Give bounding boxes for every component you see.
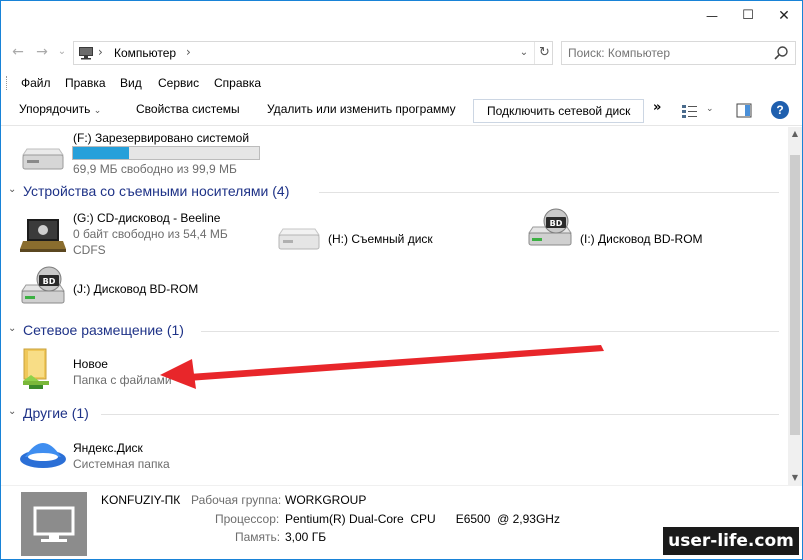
- network-folder-icon: [23, 348, 49, 389]
- bd-badge: BD: [43, 277, 56, 286]
- network-item-name: Новое: [73, 357, 108, 371]
- menu-view[interactable]: Вид: [120, 76, 142, 90]
- organize-button[interactable]: Упорядочить ⌄: [19, 102, 101, 116]
- drive-i-name: (I:) Дисковод BD-ROM: [580, 232, 703, 246]
- recent-locations-button[interactable]: ⌄: [53, 43, 71, 61]
- group-title-removable: Устройства со съемными носителями (4): [23, 183, 290, 199]
- cpu-label: Процессор:: [215, 512, 280, 526]
- drive-g-name: (G:) CD-дисковод - Beeline: [73, 211, 221, 225]
- scroll-thumb[interactable]: [790, 155, 800, 435]
- search-input[interactable]: [568, 45, 768, 61]
- search-box[interactable]: [561, 41, 796, 65]
- menu-bar: Файл Правка Вид Сервис Справка: [1, 73, 802, 93]
- more-commands-button[interactable]: »: [653, 100, 661, 115]
- content-area: (F:) Зарезервировано системой 69,9 МБ св…: [1, 127, 788, 485]
- map-network-drive-button[interactable]: Подключить сетевой диск: [473, 99, 645, 123]
- group-header-removable[interactable]: ⌄ Устройства со съемными носителями (4): [1, 183, 779, 203]
- memory-label: Память:: [235, 530, 281, 544]
- help-button[interactable]: ?: [771, 101, 789, 119]
- computer-icon: [33, 506, 75, 542]
- breadcrumb-separator[interactable]: ›: [186, 45, 191, 59]
- drive-item-h[interactable]: (H:) Съемный диск: [275, 223, 475, 255]
- memory-value: 3,00 ГБ: [285, 530, 327, 544]
- hard-drive-icon: [22, 148, 64, 170]
- minimize-button[interactable]: —: [694, 1, 730, 30]
- drive-g-filesystem: CDFS: [73, 243, 106, 257]
- drive-f-usage-bar: [72, 146, 260, 160]
- scroll-down-button[interactable]: ▼: [788, 471, 802, 485]
- forward-button[interactable]: →: [33, 43, 51, 61]
- cd-drive-laptop-icon: [20, 219, 66, 252]
- maximize-button[interactable]: ☐: [730, 1, 766, 30]
- uninstall-program-button[interactable]: Удалить или изменить программу: [267, 102, 456, 116]
- system-properties-button[interactable]: Свойства системы: [136, 102, 240, 116]
- group-divider: [201, 331, 779, 332]
- drive-j-name: (J:) Дисковод BD-ROM: [73, 282, 199, 296]
- workgroup-value: WORKGROUP: [285, 493, 367, 507]
- organize-label: Упорядочить: [19, 102, 91, 116]
- chevron-down-icon: ⌄: [8, 406, 17, 417]
- yandex-disk-item[interactable]: Яндекс.Диск Системная папка: [19, 433, 219, 473]
- close-button[interactable]: ✕: [766, 1, 802, 30]
- group-title-network: Сетевое размещение (1): [23, 322, 184, 338]
- yandex-disk-type: Системная папка: [73, 457, 170, 471]
- group-header-network[interactable]: ⌄ Сетевое размещение (1): [1, 322, 779, 342]
- breadcrumb-separator[interactable]: ›: [98, 45, 103, 59]
- change-view-icon[interactable]: [681, 101, 699, 121]
- computer-icon: [79, 47, 93, 60]
- chevron-down-icon: ⌄: [8, 323, 17, 334]
- drive-h-name: (H:) Съемный диск: [328, 232, 433, 246]
- menu-grip: [6, 76, 8, 90]
- computer-thumbnail: [21, 492, 87, 556]
- title-bar: — ☐ ✕: [1, 1, 802, 30]
- drive-f-usage-fill: [73, 147, 129, 159]
- drive-f-free-space: 69,9 МБ свободно из 99,9 МБ: [73, 162, 237, 176]
- bd-rom-drive-icon: BD: [528, 208, 572, 246]
- pc-name: KONFUZIY-ПК: [101, 493, 181, 507]
- chevron-down-icon: ⌄: [93, 106, 102, 116]
- refresh-button[interactable]: ↻: [534, 42, 554, 64]
- removable-disk-icon: [278, 228, 320, 250]
- yandex-disk-icon: [20, 443, 66, 468]
- group-divider: [101, 414, 779, 415]
- command-bar: Упорядочить ⌄ Свойства системы Удалить и…: [1, 96, 802, 126]
- cpu-value: Pentium(R) Dual-Core CPU E6500 @ 2,93GHz: [285, 512, 560, 526]
- drive-item-g[interactable]: (G:) CD-дисковод - Beeline 0 байт свобод…: [19, 209, 269, 259]
- search-icon[interactable]: [773, 45, 789, 61]
- address-bar[interactable]: › Компьютер › ⌄ ↻: [73, 41, 553, 65]
- group-title-other: Другие (1): [23, 405, 89, 421]
- address-row: ← → ⌄ › Компьютер › ⌄ ↻: [1, 39, 802, 67]
- vertical-scrollbar[interactable]: ▲ ▼: [788, 127, 802, 485]
- breadcrumb-computer[interactable]: Компьютер: [114, 46, 176, 60]
- bd-badge: BD: [550, 219, 563, 228]
- preview-pane-icon[interactable]: [736, 101, 752, 121]
- explorer-window: — ☐ ✕ ← → ⌄ › Компьютер › ⌄ ↻ Поиск: Ком…: [0, 0, 803, 560]
- drive-item-j[interactable]: BD (J:) Дисковод BD-ROM: [19, 265, 239, 311]
- menu-help[interactable]: Справка: [214, 76, 261, 90]
- menu-tools[interactable]: Сервис: [158, 76, 199, 90]
- drive-item-f[interactable]: (F:) Зарезервировано системой 69,9 МБ св…: [19, 131, 279, 176]
- back-button[interactable]: ←: [9, 43, 27, 61]
- yandex-disk-name: Яндекс.Диск: [73, 441, 143, 455]
- menu-file[interactable]: Файл: [21, 76, 51, 90]
- drive-item-i[interactable]: BD (I:) Дисковод BD-ROM: [526, 207, 746, 253]
- watermark: user-life.com: [663, 527, 799, 555]
- group-header-other[interactable]: ⌄ Другие (1): [1, 405, 779, 425]
- view-options-chevron-icon[interactable]: ⌄: [706, 104, 714, 114]
- annotation-arrow: [160, 345, 604, 389]
- drive-f-name: (F:) Зарезервировано системой: [73, 131, 250, 145]
- chevron-down-icon: ⌄: [8, 184, 17, 195]
- scroll-up-button[interactable]: ▲: [788, 127, 802, 141]
- bd-rom-drive-icon: BD: [21, 266, 65, 304]
- address-dropdown-button[interactable]: ⌄: [514, 42, 534, 64]
- group-divider: [319, 192, 779, 193]
- menu-edit[interactable]: Правка: [65, 76, 106, 90]
- workgroup-label: Рабочая группа:: [191, 493, 282, 507]
- drive-g-free-space: 0 байт свободно из 54,4 МБ: [73, 227, 228, 241]
